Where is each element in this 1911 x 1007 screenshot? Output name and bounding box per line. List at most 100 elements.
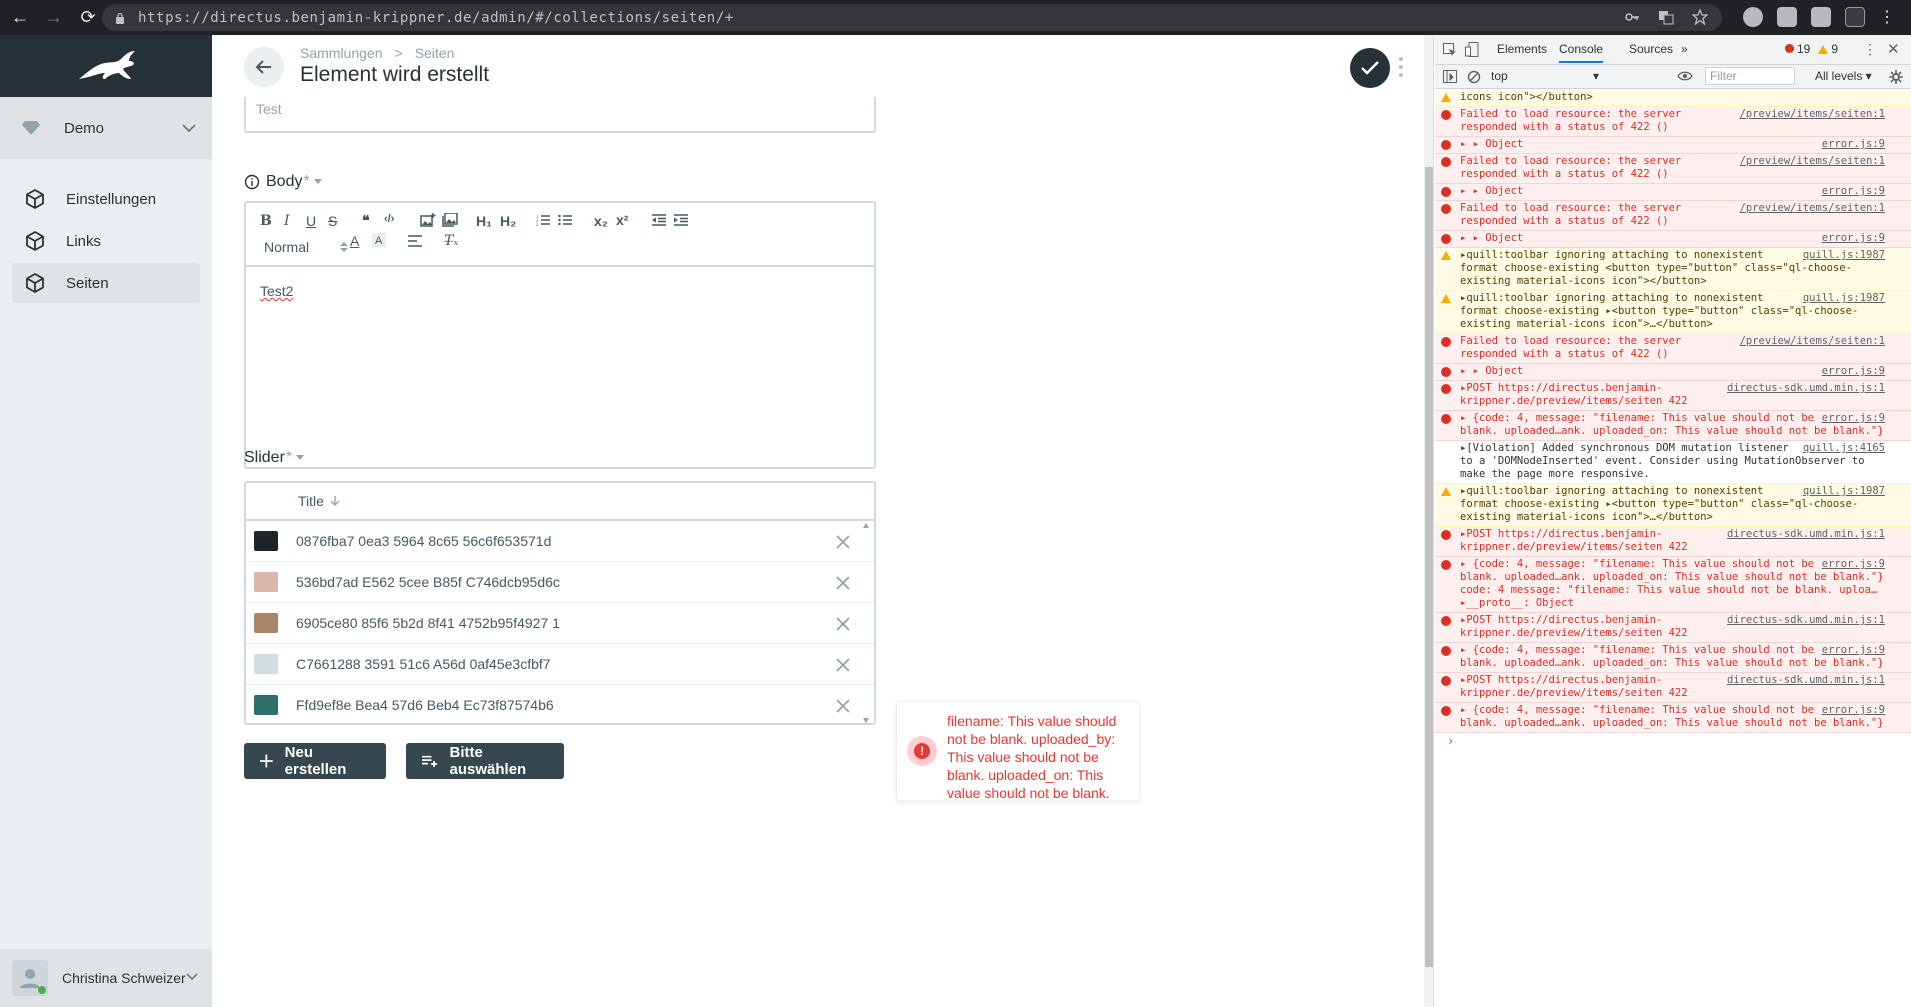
console-message-warn[interactable]: quill.js:1987 ▸quill:toolbar ignoring att…	[1435, 291, 1911, 334]
scroll-down-icon[interactable]	[863, 718, 869, 723]
strike-button[interactable]: S	[328, 213, 337, 229]
bullet-list-icon[interactable]	[558, 214, 572, 226]
table-row[interactable]: 0876fba7 0ea3 5964 8c65 56c6f653571d	[246, 521, 874, 562]
table-row[interactable]: 536bd7ad E562 5cee B85f C746dcb95d6c	[246, 562, 874, 603]
profile-avatar-icon[interactable]	[1845, 7, 1865, 27]
add-image-icon[interactable]	[420, 213, 436, 227]
table-header[interactable]: Title	[246, 483, 874, 521]
remove-row-close-icon[interactable]	[836, 535, 850, 549]
remove-row-close-icon[interactable]	[836, 658, 850, 672]
save-button[interactable]	[1350, 48, 1390, 88]
device-toggle-icon[interactable]	[1465, 42, 1479, 58]
console-filter-input[interactable]: Filter	[1705, 67, 1795, 85]
log-levels-select[interactable]: All levels ▾	[1815, 69, 1872, 83]
eye-icon[interactable]	[1677, 70, 1693, 82]
context-select[interactable]: top ▾	[1491, 69, 1611, 83]
extension-shield-icon[interactable]	[1777, 7, 1797, 27]
error-notification[interactable]: ! filename: This value should not be bla…	[896, 701, 1140, 801]
console-message-error[interactable]: /preview/items/seiten:1 Failed to load re…	[1435, 334, 1911, 364]
inspect-element-icon[interactable]	[1443, 43, 1457, 57]
console-message-error[interactable]: error.js:9 ▸ {code: 4, message: "filename…	[1435, 643, 1911, 673]
italic-button[interactable]: I	[284, 213, 290, 229]
console-message-error[interactable]: error.js:9 ▸ {code: 4, message: "filename…	[1435, 411, 1911, 441]
font-size-select[interactable]: Normal	[264, 239, 348, 255]
code-button[interactable]: ‹/›	[384, 213, 394, 225]
caret-down-icon[interactable]	[296, 455, 305, 461]
source-link[interactable]: error.js:9	[1822, 412, 1885, 425]
translate-icon[interactable]	[1658, 9, 1674, 25]
back-button[interactable]	[244, 47, 284, 87]
sidebar-item-seiten[interactable]: Seiten	[12, 263, 200, 303]
menu-dots-icon[interactable]: ⋮	[1879, 7, 1895, 27]
source-link[interactable]: directus-sdk.umd.min.js:1	[1727, 614, 1885, 627]
ordered-list-icon[interactable]: 123	[536, 214, 550, 226]
table-scrollbar[interactable]	[862, 523, 870, 723]
source-link[interactable]: /preview/items/seiten:1	[1740, 335, 1885, 348]
breadcrumb-item-seiten[interactable]: Seiten	[415, 45, 455, 61]
superscript-button[interactable]: x²	[616, 212, 628, 228]
tab-console[interactable]: Console	[1559, 42, 1604, 63]
text-input-field[interactable]: Test	[244, 97, 876, 133]
extension-icon[interactable]	[1743, 7, 1763, 27]
reload-icon[interactable]: ⟳	[74, 4, 102, 32]
user-menu[interactable]: Christina Schweizer	[0, 949, 212, 1007]
remove-row-close-icon[interactable]	[836, 617, 850, 631]
source-link[interactable]: error.js:9	[1822, 558, 1885, 571]
column-title[interactable]: Title	[298, 493, 324, 509]
console-message-warn[interactable]: icons icon"></button>	[1435, 90, 1911, 107]
source-link[interactable]: /preview/items/seiten:1	[1740, 108, 1885, 121]
source-link[interactable]: quill.js:1987	[1803, 292, 1885, 305]
source-link[interactable]: quill.js:4165	[1803, 442, 1885, 455]
console-message-error[interactable]: error.js:9 ▸ ▸ Object	[1435, 137, 1911, 154]
console-message-error[interactable]: error.js:9 ▸ ▸ Object	[1435, 184, 1911, 201]
align-icon[interactable]	[408, 235, 422, 247]
source-link[interactable]: error.js:9	[1822, 704, 1885, 717]
source-link[interactable]: error.js:9	[1822, 185, 1885, 198]
table-row[interactable]: 6905ce80 85f6 5b2d 8f41 4752b95f4927 1	[246, 603, 874, 644]
scrollbar-thumb[interactable]	[1425, 167, 1433, 967]
key-icon[interactable]	[1624, 9, 1640, 25]
more-tabs-icon[interactable]: »	[1681, 42, 1688, 56]
source-link[interactable]: quill.js:1987	[1803, 485, 1885, 498]
console-message-info[interactable]: quill.js:4165 ▸[Violation] Added synchron…	[1435, 441, 1911, 484]
source-link[interactable]: /preview/items/seiten:1	[1740, 202, 1885, 215]
source-link[interactable]: directus-sdk.umd.min.js:1	[1727, 674, 1885, 687]
devtools-scrollbar[interactable]	[1424, 35, 1434, 1007]
heading-1-button[interactable]: H₁	[476, 213, 492, 229]
remove-row-close-icon[interactable]	[836, 699, 850, 713]
star-icon[interactable]	[1691, 8, 1709, 26]
outdent-icon[interactable]	[652, 214, 666, 226]
console-settings-gear-icon[interactable]	[1889, 70, 1903, 84]
console-message-warn[interactable]: quill.js:1987 ▸quill:toolbar ignoring att…	[1435, 484, 1911, 527]
sidebar-item-links[interactable]: Links	[12, 221, 200, 261]
background-color-icon[interactable]: A	[372, 233, 386, 247]
image-gallery-icon[interactable]	[442, 213, 458, 227]
sidebar-item-einstellungen[interactable]: Einstellungen	[12, 179, 200, 219]
new-item-button[interactable]: Neu erstellen	[244, 743, 386, 779]
source-link[interactable]: error.js:9	[1822, 232, 1885, 245]
source-link[interactable]: quill.js:1987	[1803, 249, 1885, 262]
console-prompt[interactable]: ›	[1441, 733, 1911, 748]
close-devtools-icon[interactable]: ✕	[1887, 40, 1900, 58]
extension-pocket-icon[interactable]	[1811, 7, 1831, 27]
console-message-error[interactable]: directus-sdk.umd.min.js:1 ▸POST https://d…	[1435, 673, 1911, 703]
source-link[interactable]: /preview/items/seiten:1	[1740, 155, 1885, 168]
project-switcher[interactable]: Demo	[0, 97, 212, 159]
console-message-error[interactable]: /preview/items/seiten:1 Failed to load re…	[1435, 107, 1911, 137]
breadcrumb-item-sammlungen[interactable]: Sammlungen	[300, 45, 383, 61]
subscript-button[interactable]: x₂	[594, 213, 608, 229]
address-bar[interactable]: https://directus.benjamin-krippner.de/ad…	[102, 4, 1722, 31]
console-message-error[interactable]: /preview/items/seiten:1 Failed to load re…	[1435, 201, 1911, 231]
tab-elements[interactable]: Elements	[1497, 42, 1547, 56]
table-row[interactable]: Ffd9ef8e Bea4 57d6 Beb4 Ec73f87574b6	[246, 685, 874, 723]
clear-console-icon[interactable]	[1467, 70, 1481, 84]
issue-counts[interactable]: 19 9	[1785, 42, 1838, 56]
more-options-icon[interactable]	[1398, 57, 1404, 77]
tab-sources[interactable]: Sources	[1629, 42, 1673, 56]
clear-format-button[interactable]: T̶ₓ	[444, 233, 458, 249]
indent-icon[interactable]	[674, 214, 688, 226]
logo[interactable]	[0, 35, 212, 97]
source-link[interactable]: error.js:9	[1822, 365, 1885, 378]
console-message-error[interactable]: directus-sdk.umd.min.js:1 ▸POST https://d…	[1435, 613, 1911, 643]
console-message-error[interactable]: directus-sdk.umd.min.js:1 ▸POST https://d…	[1435, 381, 1911, 411]
